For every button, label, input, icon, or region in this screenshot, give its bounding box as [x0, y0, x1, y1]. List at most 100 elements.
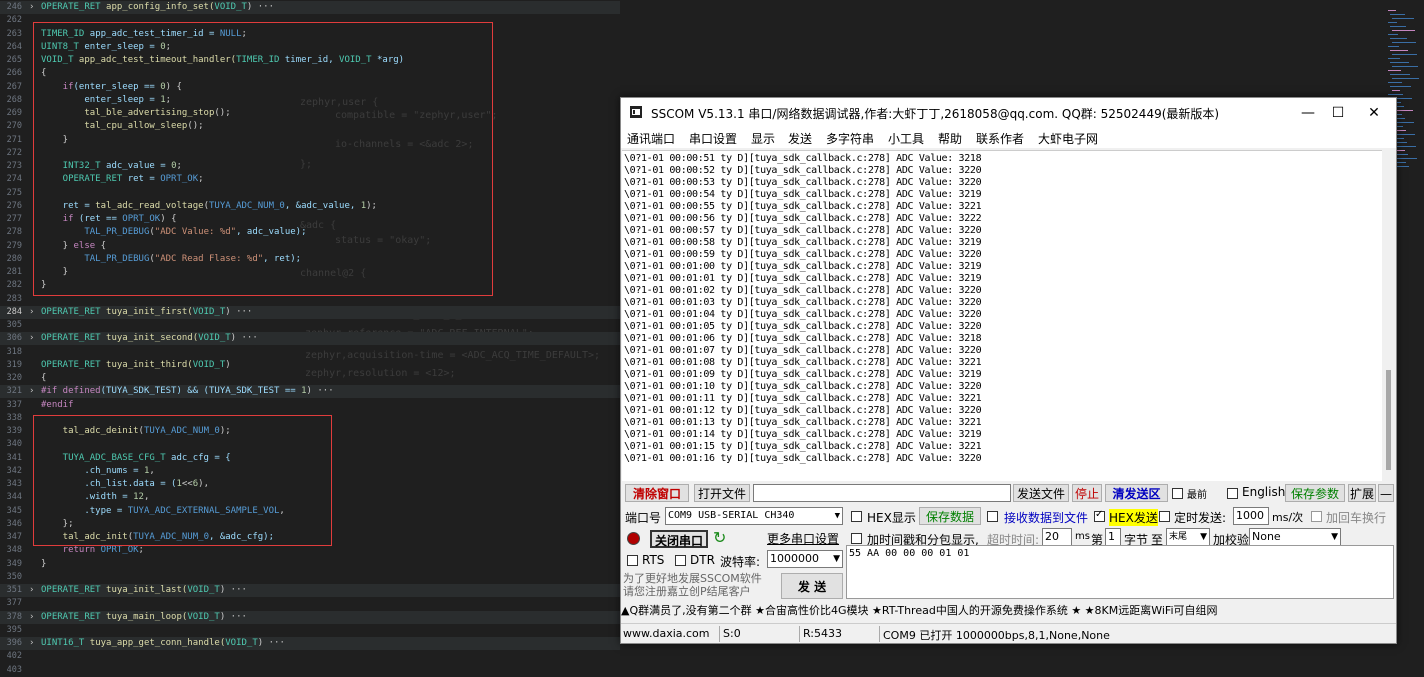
expand-button[interactable]: 扩展 — [1348, 484, 1376, 502]
send-file-button[interactable]: 发送文件 — [1013, 484, 1069, 502]
byte-end-select[interactable]: 末尾 ▼ — [1166, 528, 1210, 546]
status-port-state: COM9 已打开 1000000bps,8,1,None,None — [883, 629, 1110, 642]
code-token: ··· — [225, 611, 247, 622]
line-number: 344 — [6, 492, 22, 503]
line-number: 378 — [6, 611, 22, 622]
minimize-button[interactable]: — — [1293, 102, 1323, 124]
recv-to-file-label[interactable]: 接收数据到文件 — [1004, 509, 1088, 526]
fold-chevron-icon[interactable]: › — [29, 306, 34, 319]
fold-chevron-icon[interactable]: › — [29, 385, 34, 398]
timed-send-checkbox[interactable] — [1159, 511, 1170, 522]
code-token: #if defined — [41, 386, 101, 397]
code-token: ··· — [225, 585, 247, 595]
dtr-checkbox[interactable] — [675, 555, 686, 566]
fold-chevron-icon[interactable]: › — [29, 637, 34, 650]
save-params-button[interactable]: 保存参数 — [1285, 484, 1345, 502]
hex-send-checkbox[interactable]: ✓ — [1094, 509, 1105, 522]
collapse-button[interactable]: — — [1378, 484, 1394, 502]
byte-start-input[interactable]: 1 — [1105, 528, 1121, 546]
menu-send[interactable]: 发送 — [788, 130, 812, 147]
code-line[interactable]: UINT16_T tuya_app_get_conn_handle(VOID_T… — [41, 637, 285, 650]
maximize-button[interactable]: ☐ — [1323, 102, 1353, 124]
hex-display-checkbox[interactable] — [851, 511, 862, 522]
code-token: VOID_T — [225, 638, 258, 648]
code-line[interactable]: OPERATE_RET tuya_init_second(VOID_T) ··· — [41, 332, 258, 345]
code-line[interactable]: #if defined(TUYA_SDK_TEST) && (TUYA_SDK_… — [41, 385, 334, 398]
file-path-input[interactable] — [753, 484, 1011, 502]
receive-area[interactable]: \0?1-01 00:00:51 ty D][tuya_sdk_callback… — [622, 150, 1382, 481]
refresh-icon[interactable]: ↻ — [713, 529, 726, 547]
send-data-input[interactable]: 55 AA 00 00 00 01 01 — [846, 545, 1394, 599]
line-number: 403 — [6, 664, 22, 675]
line-number: 271 — [6, 134, 22, 145]
fold-chevron-icon[interactable]: › — [29, 1, 34, 14]
code-line[interactable]: OPERATE_RET app_config_info_set(VOID_T) … — [41, 1, 274, 14]
status-website[interactable]: www.daxia.com — [623, 627, 710, 640]
code-line[interactable]: OPERATE_RET tuya_init_first(VOID_T) ··· — [41, 306, 252, 319]
menu-tools[interactable]: 小工具 — [888, 130, 924, 147]
append-crlf-checkbox[interactable] — [1311, 511, 1322, 522]
receive-scrollbar[interactable] — [1383, 150, 1395, 480]
fold-chevron-icon[interactable]: › — [29, 611, 34, 624]
checksum-select[interactable]: None ▼ — [1249, 528, 1341, 546]
close-port-button[interactable]: 关闭串口 — [650, 530, 708, 548]
timeout-input[interactable]: 20 — [1042, 528, 1072, 546]
fold-chevron-icon[interactable]: › — [29, 332, 34, 345]
save-data-button[interactable]: 保存数据 — [919, 507, 981, 525]
receive-line: \0?1-01 00:01:02 ty D][tuya_sdk_callback… — [624, 285, 982, 296]
clear-window-button[interactable]: 清除窗口 — [625, 484, 689, 502]
receive-line: \0?1-01 00:01:07 ty D][tuya_sdk_callback… — [624, 345, 982, 356]
timed-send-label: 定时发送: — [1174, 511, 1227, 525]
rts-checkbox[interactable] — [627, 555, 638, 566]
port-select[interactable]: COM9 USB-SERIAL CH340 ▼ — [665, 507, 843, 525]
line-number: 269 — [6, 108, 22, 118]
code-line[interactable]: OPERATE_RET tuya_init_third(VOID_T) — [41, 359, 231, 372]
code-line[interactable]: OPERATE_RET tuya_main_loop(VOID_T) ··· — [41, 611, 247, 624]
open-file-button[interactable]: 打开文件 — [694, 484, 750, 502]
line-number: 284 — [6, 306, 22, 317]
code-line[interactable]: #endif — [41, 399, 74, 412]
code-line[interactable]: { — [41, 372, 46, 385]
clear-send-button[interactable]: 清发送区 — [1105, 484, 1168, 502]
title-bar[interactable]: SSCOM V5.13.1 串口/网络数据调试器,作者:大虾丁丁,2618058… — [621, 98, 1396, 128]
code-line[interactable]: return OPRT_OK; — [41, 544, 144, 557]
stop-button[interactable]: 停止 — [1072, 484, 1102, 502]
close-window-button[interactable]: ✕ — [1359, 102, 1389, 124]
baud-select[interactable]: 1000000 ▼ — [767, 550, 843, 568]
menu-serial-settings[interactable]: 串口设置 — [689, 130, 737, 147]
line-number: 263 — [6, 28, 22, 39]
menu-help[interactable]: 帮助 — [938, 130, 962, 147]
hex-send-label: HEX发送 — [1109, 509, 1158, 526]
recv-to-file-checkbox[interactable] — [987, 511, 998, 522]
promo-text[interactable]: 为了更好地发展SSCOM软件 请您注册嘉立创P结尾客户 — [623, 572, 762, 598]
more-settings-link[interactable]: 更多串口设置 — [767, 530, 839, 547]
code-line[interactable]: } — [41, 558, 46, 571]
menu-daxia-site[interactable]: 大虾电子网 — [1038, 130, 1098, 147]
timed-ms-input[interactable]: 1000 — [1233, 507, 1269, 525]
menu-comm-port[interactable]: 通讯端口 — [627, 130, 675, 147]
menu-contact-author[interactable]: 联系作者 — [976, 130, 1024, 147]
code-token: OPRT_OK — [95, 545, 139, 556]
code-line[interactable]: OPERATE_RET tuya_init_last(VOID_T) ··· — [41, 584, 247, 597]
scrollbar-thumb[interactable] — [1386, 370, 1391, 470]
menu-multi-string[interactable]: 多字符串 — [826, 130, 874, 147]
receive-line: \0?1-01 00:00:51 ty D][tuya_sdk_callback… — [624, 153, 982, 164]
code-token: ··· — [236, 333, 258, 344]
receive-line: \0?1-01 00:01:03 ty D][tuya_sdk_callback… — [624, 297, 982, 308]
send-button[interactable]: 发 送 — [781, 573, 843, 599]
topmost-checkbox[interactable] — [1172, 488, 1183, 499]
line-number: 246 — [6, 2, 22, 12]
code-token: app_config_info_set( — [100, 2, 215, 12]
minimap-line — [1390, 62, 1409, 63]
menu-display[interactable]: 显示 — [751, 130, 775, 147]
english-checkbox[interactable] — [1227, 488, 1238, 499]
code-token: VOID_T — [214, 2, 247, 12]
fold-chevron-icon[interactable]: › — [29, 584, 34, 597]
receive-line: \0?1-01 00:01:08 ty D][tuya_sdk_callback… — [624, 357, 982, 368]
minimap-line — [1390, 50, 1408, 51]
code-token: VOID_T — [192, 359, 226, 370]
ad-banner[interactable]: ▲Q群满员了,没有第二个群 ★合宙高性价比4G模块 ★RT-Thread中国人的… — [621, 601, 1396, 621]
timestamp-checkbox[interactable] — [851, 533, 862, 544]
line-number: 267 — [6, 81, 22, 92]
code-token: ··· — [230, 306, 253, 317]
